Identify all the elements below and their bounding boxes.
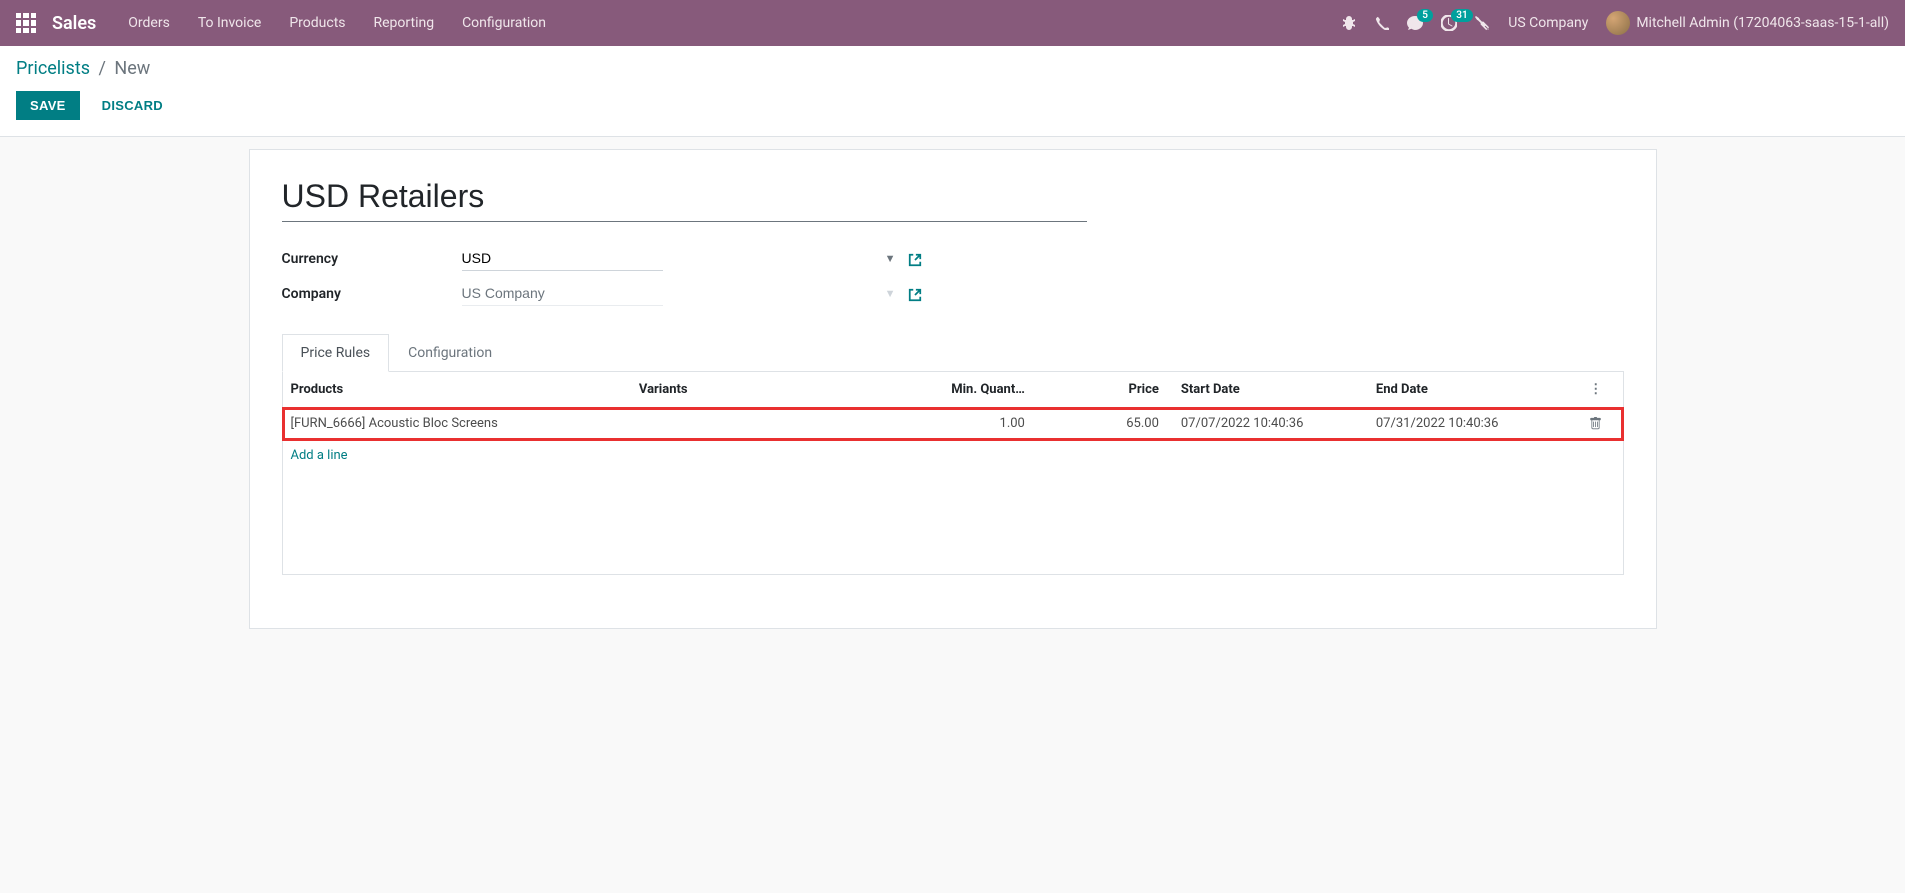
- nav-right: 5 31 US Company Mitchell Admin (17204063…: [1341, 11, 1889, 35]
- company-input[interactable]: [462, 281, 663, 306]
- add-line-label[interactable]: Add a line: [283, 440, 1623, 472]
- control-panel: Pricelists / New SAVE DISCARD: [0, 46, 1905, 137]
- empty-row: [283, 506, 1623, 540]
- th-price[interactable]: Price: [1033, 372, 1167, 408]
- phone-icon[interactable]: [1375, 16, 1389, 30]
- company-switcher[interactable]: US Company: [1508, 15, 1588, 31]
- user-menu[interactable]: Mitchell Admin (17204063-saas-15-1-all): [1606, 11, 1889, 35]
- messaging-icon[interactable]: 5: [1407, 15, 1423, 31]
- activities-badge: 31: [1451, 9, 1472, 22]
- avatar: [1606, 11, 1630, 35]
- external-link-icon[interactable]: [908, 285, 922, 303]
- tab-price-rules[interactable]: Price Rules: [282, 334, 390, 372]
- cell-min-qty[interactable]: 1.00: [872, 408, 1033, 440]
- currency-input[interactable]: [462, 246, 663, 271]
- field-company: Company ▼: [282, 281, 1624, 306]
- table-row[interactable]: [FURN_6666] Acoustic Bloc Screens 1.00 6…: [283, 408, 1623, 440]
- activities-icon[interactable]: 31: [1441, 15, 1457, 31]
- discard-button[interactable]: DISCARD: [88, 91, 177, 120]
- tabs: Price Rules Configuration: [282, 334, 1624, 372]
- breadcrumb-parent[interactable]: Pricelists: [16, 58, 90, 79]
- tools-icon[interactable]: [1475, 16, 1490, 31]
- pricelist-name-input[interactable]: [282, 174, 1087, 222]
- nav-products[interactable]: Products: [289, 15, 345, 31]
- main-navbar: Sales Orders To Invoice Products Reporti…: [0, 0, 1905, 46]
- cell-variant[interactable]: [631, 408, 872, 440]
- nav-configuration[interactable]: Configuration: [462, 15, 546, 31]
- th-start-date[interactable]: Start Date: [1167, 372, 1368, 408]
- th-products[interactable]: Products: [283, 372, 631, 408]
- messaging-badge: 5: [1417, 9, 1433, 22]
- empty-row: [283, 540, 1623, 574]
- th-optional-columns[interactable]: ⋮: [1569, 372, 1623, 408]
- th-min-qty[interactable]: Min. Quant…: [872, 372, 1033, 408]
- add-line-row[interactable]: Add a line: [283, 440, 1623, 472]
- save-button[interactable]: SAVE: [16, 91, 80, 120]
- empty-row: [283, 472, 1623, 506]
- form-sheet: Currency ▼ Company ▼: [249, 149, 1657, 629]
- cell-product[interactable]: [FURN_6666] Acoustic Bloc Screens: [283, 408, 631, 440]
- nav-orders[interactable]: Orders: [128, 15, 170, 31]
- apps-icon[interactable]: [16, 13, 36, 33]
- nav-menu: Orders To Invoice Products Reporting Con…: [128, 15, 1341, 31]
- tab-configuration[interactable]: Configuration: [389, 334, 511, 371]
- app-brand[interactable]: Sales: [52, 13, 96, 34]
- delete-row-icon[interactable]: [1569, 408, 1623, 440]
- th-end-date[interactable]: End Date: [1368, 372, 1569, 408]
- caret-down-icon: ▼: [885, 287, 896, 300]
- bug-icon[interactable]: [1341, 15, 1357, 31]
- breadcrumb-current: New: [114, 58, 150, 79]
- field-currency: Currency ▼: [282, 246, 1624, 271]
- company-label: Company: [282, 286, 462, 302]
- user-name: Mitchell Admin (17204063-saas-15-1-all): [1636, 15, 1889, 31]
- cell-start-date[interactable]: 07/07/2022 10:40:36: [1167, 408, 1368, 440]
- external-link-icon[interactable]: [908, 250, 922, 268]
- nav-to-invoice[interactable]: To Invoice: [198, 15, 262, 31]
- currency-label: Currency: [282, 251, 462, 267]
- action-buttons: SAVE DISCARD: [16, 91, 1889, 120]
- cell-end-date[interactable]: 07/31/2022 10:40:36: [1368, 408, 1569, 440]
- th-variants[interactable]: Variants: [631, 372, 872, 408]
- breadcrumb: Pricelists / New: [16, 58, 1889, 79]
- nav-reporting[interactable]: Reporting: [374, 15, 435, 31]
- caret-down-icon: ▼: [885, 252, 896, 265]
- price-rules-table: Products Variants Min. Quant… Price Star…: [282, 372, 1624, 575]
- cell-price[interactable]: 65.00: [1033, 408, 1167, 440]
- breadcrumb-sep: /: [99, 58, 106, 79]
